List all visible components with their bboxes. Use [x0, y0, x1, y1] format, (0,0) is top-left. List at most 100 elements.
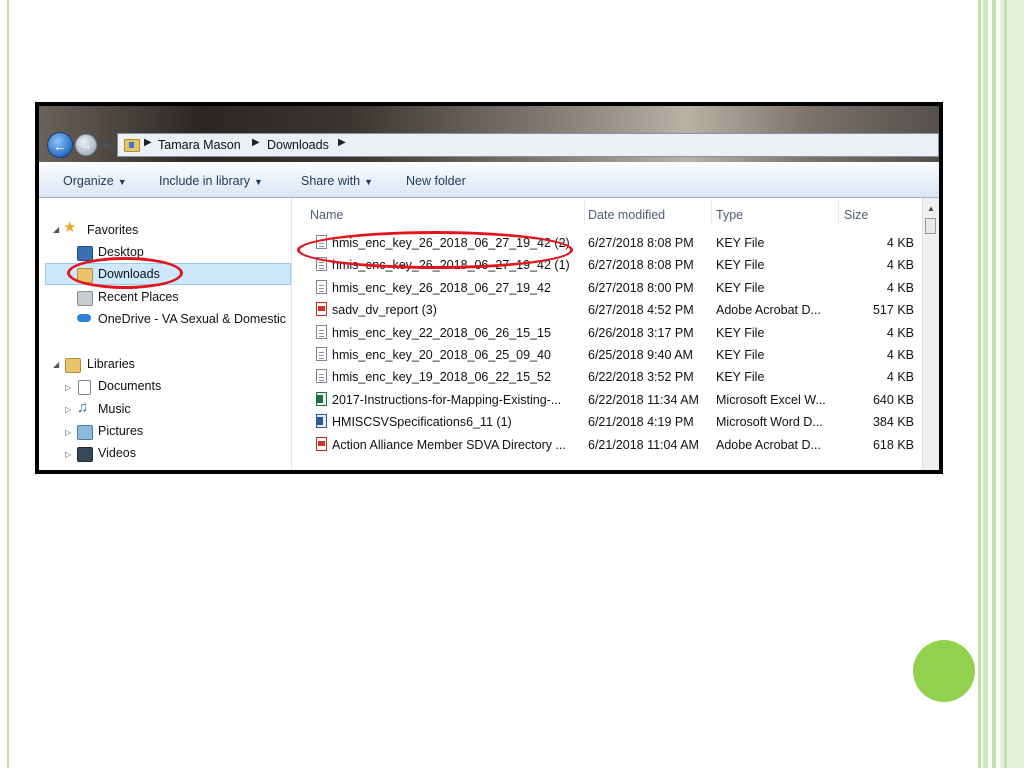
- xls-file-icon: [316, 391, 327, 406]
- nav-recent-places[interactable]: Recent Places: [98, 290, 179, 304]
- highlight-circle-downloads: [67, 257, 183, 289]
- explorer-screenshot: ← → ▼ ▶ Tamara Mason ▶ Downloads ▶ Organ…: [35, 102, 943, 474]
- file-size: 4 KB: [886, 325, 914, 340]
- column-header-name[interactable]: Name: [310, 208, 343, 222]
- column-header-size[interactable]: Size: [844, 208, 868, 222]
- nav-libraries[interactable]: Libraries: [87, 357, 135, 371]
- new-folder-button[interactable]: New folder: [406, 174, 466, 188]
- column-header-type[interactable]: Type: [716, 208, 743, 222]
- expand-arrow-icon[interactable]: ◢: [53, 360, 59, 369]
- nav-onedrive[interactable]: OneDrive - VA Sexual & Domestic: [98, 312, 286, 326]
- file-type: Adobe Acrobat D...: [716, 303, 821, 318]
- file-name: hmis_enc_key_22_2018_06_26_15_15: [332, 325, 551, 340]
- file-date-modified: 6/27/2018 8:08 PM: [588, 236, 694, 250]
- file-row[interactable]: hmis_enc_key_26_2018_06_27_19_42 6/27/201…: [292, 277, 922, 299]
- include-in-library-menu[interactable]: Include in library ▼: [159, 174, 263, 188]
- file-type: KEY File: [716, 325, 765, 340]
- file-size: 4 KB: [886, 348, 914, 362]
- caret-down-icon: ▼: [364, 177, 373, 187]
- share-with-menu[interactable]: Share with ▼: [301, 174, 373, 188]
- doc-file-icon: [316, 414, 327, 429]
- file-name: sadv_dv_report (3): [332, 303, 437, 318]
- pictures-icon: [77, 425, 93, 440]
- file-type: KEY File: [716, 348, 765, 362]
- file-row[interactable]: hmis_enc_key_20_2018_06_25_09_40 6/25/201…: [292, 344, 922, 366]
- file-row[interactable]: 2017-Instructions-for-Mapping-Existing-.…: [292, 389, 922, 411]
- star-icon: ★: [63, 219, 77, 236]
- nav-pictures[interactable]: Pictures: [98, 424, 143, 438]
- downloads-folder-icon: [124, 139, 140, 152]
- cloud-icon: [77, 314, 91, 322]
- file-type: Adobe Acrobat D...: [716, 437, 821, 452]
- file-row[interactable]: hmis_enc_key_19_2018_06_22_15_52 6/22/201…: [292, 366, 922, 388]
- file-name: hmis_enc_key_19_2018_06_22_15_52: [332, 370, 551, 385]
- file-row[interactable]: HMISCSVSpecifications6_11 (1) 6/21/2018 4…: [292, 411, 922, 433]
- recent-pages-dropdown-icon[interactable]: ▼: [101, 140, 110, 150]
- nav-videos[interactable]: Videos: [98, 446, 136, 460]
- file-size: 640 KB: [872, 392, 914, 407]
- command-bar: Organize ▼ Include in library ▼ Share with…: [39, 162, 939, 198]
- desktop-icon: [77, 246, 93, 261]
- column-divider[interactable]: [838, 200, 839, 224]
- collapse-arrow-icon[interactable]: ▷: [65, 405, 71, 414]
- collapse-arrow-icon[interactable]: ▷: [65, 383, 71, 392]
- vertical-scrollbar[interactable]: ▲: [922, 198, 939, 470]
- file-name: HMISCSVSpecifications6_11 (1): [332, 415, 512, 430]
- slide-accent-dot: [913, 640, 975, 702]
- column-header-date-modified[interactable]: Date modified: [588, 208, 665, 222]
- file-name: hmis_enc_key_26_2018_06_27_19_42: [332, 280, 551, 295]
- file-row[interactable]: Action Alliance Member SDVA Directory ..…: [292, 434, 922, 456]
- documents-icon: [78, 380, 91, 395]
- file-date-modified: 6/21/2018 11:04 AM: [588, 437, 699, 452]
- file-date-modified: 6/25/2018 9:40 AM: [588, 348, 693, 362]
- music-note-icon: ♫: [77, 399, 89, 416]
- address-bar: ← → ▼ ▶ Tamara Mason ▶ Downloads ▶: [39, 106, 939, 162]
- breadcrumb-user[interactable]: Tamara Mason: [158, 138, 241, 152]
- caret-down-icon: ▼: [254, 177, 263, 187]
- file-date-modified: 6/22/2018 11:34 AM: [588, 392, 699, 407]
- breadcrumb-downloads[interactable]: Downloads: [267, 138, 329, 152]
- file-size: 618 KB: [872, 437, 914, 452]
- chevron-right-icon: ▶: [144, 137, 152, 148]
- file-date-modified: 6/27/2018 8:08 PM: [588, 258, 694, 273]
- file-size: 384 KB: [872, 415, 914, 430]
- file-name: hmis_enc_key_20_2018_06_25_09_40: [332, 348, 551, 362]
- pdf-file-icon: [316, 302, 327, 317]
- file-size: 517 KB: [872, 303, 914, 318]
- file-row[interactable]: sadv_dv_report (3) 6/27/2018 4:52 PM Adobe…: [292, 299, 922, 321]
- slide-left-rule: [7, 0, 9, 768]
- chevron-right-icon: ▶: [252, 137, 260, 148]
- key-file-icon: [316, 279, 327, 294]
- breadcrumb[interactable]: ▶ Tamara Mason ▶ Downloads ▶: [117, 133, 939, 157]
- column-divider[interactable]: [584, 200, 585, 224]
- file-type: KEY File: [716, 370, 765, 385]
- back-arrow-icon[interactable]: ←: [47, 132, 73, 158]
- file-row[interactable]: hmis_enc_key_22_2018_06_26_15_15 6/26/201…: [292, 322, 922, 344]
- videos-icon: [77, 447, 93, 462]
- collapse-arrow-icon[interactable]: ▷: [65, 450, 71, 459]
- file-type: Microsoft Excel W...: [716, 392, 826, 407]
- expand-arrow-icon[interactable]: ◢: [53, 225, 59, 234]
- file-date-modified: 6/27/2018 8:00 PM: [588, 280, 694, 295]
- nav-favorites[interactable]: Favorites: [87, 223, 138, 237]
- file-date-modified: 6/22/2018 3:52 PM: [588, 370, 694, 385]
- scroll-up-arrow-icon[interactable]: ▲: [927, 204, 935, 213]
- highlight-circle-file: [297, 231, 573, 269]
- key-file-icon: [316, 324, 327, 339]
- forward-arrow-icon[interactable]: →: [75, 134, 97, 156]
- key-file-icon: [316, 347, 327, 361]
- key-file-icon: [316, 369, 327, 384]
- scrollbar-thumb[interactable]: [925, 218, 936, 234]
- file-type: KEY File: [716, 280, 765, 295]
- organize-menu[interactable]: Organize ▼: [63, 174, 127, 188]
- column-divider[interactable]: [711, 200, 712, 224]
- navigation-pane: ◢ ★ Favorites Desktop Downloads Recent P…: [39, 198, 291, 470]
- chevron-right-icon: ▶: [338, 137, 346, 148]
- file-type: Microsoft Word D...: [716, 415, 823, 430]
- explorer-window: ← → ▼ ▶ Tamara Mason ▶ Downloads ▶ Organ…: [39, 106, 939, 470]
- file-size: 4 KB: [886, 280, 914, 295]
- nav-documents[interactable]: Documents: [98, 379, 161, 393]
- collapse-arrow-icon[interactable]: ▷: [65, 428, 71, 437]
- slide-right-band: [978, 0, 1024, 768]
- nav-music[interactable]: Music: [98, 402, 131, 416]
